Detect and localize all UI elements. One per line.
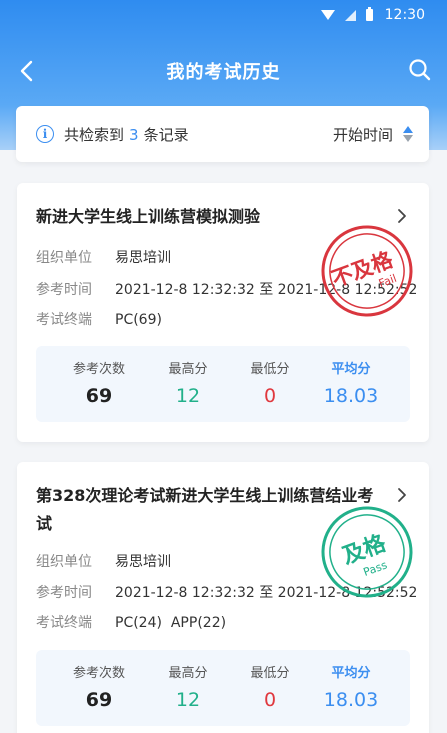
stat-min-value: 0	[263, 385, 277, 407]
stat-min-label: 最低分	[250, 666, 290, 681]
org-row: 组织单位 易思培训	[36, 551, 171, 571]
wifi-icon	[320, 10, 335, 20]
device-value: PC(69)	[115, 312, 162, 328]
stat-attempts: 参考次数 69	[54, 650, 144, 711]
exam-record-card[interactable]: 第328次理论考试新进大学生线上训练营结业考试 组织单位 易思培训 参考时间 202…	[17, 462, 429, 733]
stat-attempts: 参考次数 69	[54, 346, 144, 407]
org-label: 组织单位	[36, 250, 92, 266]
device-value: PC(24) APP(22)	[115, 615, 227, 631]
result-summary-bar: i 共检索到 3 条记录 开始时间	[16, 106, 429, 162]
stat-avg-label: 平均分	[331, 666, 371, 681]
stat-attempts-value: 69	[85, 689, 113, 711]
nav-bar: 我的考试历史	[0, 46, 447, 96]
info-icon: i	[36, 125, 54, 143]
stat-max-label: 最高分	[168, 362, 208, 377]
chevron-right-icon[interactable]	[395, 486, 409, 504]
device-row: 考试终端 PC(24) APP(22)	[36, 612, 226, 632]
result-count-prefix: 共检索到	[64, 125, 125, 144]
stat-attempts-value: 69	[85, 385, 113, 407]
fail-stamp: 不及格 Fail	[321, 225, 413, 317]
stat-min: 最低分 0	[225, 650, 315, 711]
device-label: 考试终端	[36, 615, 92, 631]
org-value: 易思培训	[115, 554, 171, 570]
stat-max: 最高分 12	[143, 650, 233, 711]
stat-max-value: 12	[175, 689, 201, 711]
stat-max-value: 12	[175, 385, 201, 407]
status-time: 12:30	[384, 7, 425, 23]
score-stats: 参考次数 69 最高分 12 最低分 0 平均分 18.03	[36, 346, 410, 422]
stat-attempts-label: 参考次数	[72, 666, 125, 681]
search-icon[interactable]	[407, 57, 433, 83]
score-stats: 参考次数 69 最高分 12 最低分 0 平均分 18.03	[36, 650, 410, 726]
stat-avg-value: 18.03	[323, 385, 379, 407]
stat-avg: 平均分 18.03	[306, 346, 396, 407]
org-value: 易思培训	[115, 250, 171, 266]
back-icon[interactable]	[16, 58, 40, 84]
result-count-number: 3	[129, 125, 139, 144]
org-label: 组织单位	[36, 554, 92, 570]
org-row: 组织单位 易思培训	[36, 247, 171, 267]
device-row: 考试终端 PC(69)	[36, 309, 162, 329]
stat-attempts-label: 参考次数	[72, 362, 125, 377]
sort-by-start-time-button[interactable]: 开始时间	[333, 124, 413, 145]
device-label: 考试终端	[36, 312, 92, 328]
exam-record-card[interactable]: 新进大学生线上训练营模拟测验 组织单位 易思培训 参考时间 2021-12-8 12…	[17, 183, 429, 442]
stat-avg-label: 平均分	[331, 362, 371, 377]
stat-min-label: 最低分	[250, 362, 290, 377]
battery-icon	[365, 7, 373, 21]
stat-min-value: 0	[263, 689, 277, 711]
signal-icon	[344, 9, 356, 21]
sort-label: 开始时间	[332, 125, 393, 144]
stat-avg: 平均分 18.03	[306, 650, 396, 711]
sort-arrows-icon	[403, 126, 413, 142]
stat-max: 最高分 12	[143, 346, 233, 407]
result-count-suffix: 条记录	[143, 125, 189, 144]
pass-stamp: 及格 Pass	[321, 506, 413, 598]
stat-avg-value: 18.03	[323, 689, 379, 711]
time-label: 参考时间	[36, 282, 92, 298]
stat-min: 最低分 0	[225, 346, 315, 407]
time-label: 参考时间	[36, 585, 92, 601]
stat-max-label: 最高分	[168, 666, 208, 681]
status-bar: 12:30	[0, 0, 447, 30]
result-count: 共检索到 3 条记录	[64, 124, 189, 145]
page-title: 我的考试历史	[166, 62, 281, 83]
